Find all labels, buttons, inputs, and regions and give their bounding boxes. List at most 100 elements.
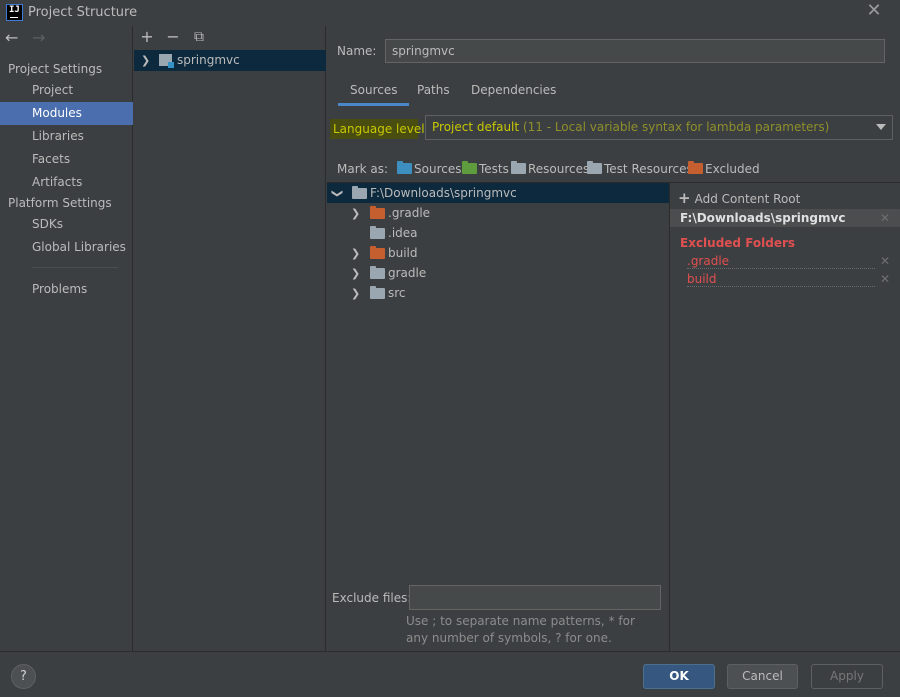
module-name-input[interactable] [385, 39, 885, 63]
tab-sources[interactable]: Sources [338, 78, 410, 106]
intellij-logo-icon: IJ [6, 4, 23, 21]
tree-item-label: .idea [388, 226, 418, 240]
chevron-right-icon[interactable]: ❯ [351, 248, 360, 259]
tree-item-label: build [388, 246, 418, 260]
exclude-files-input[interactable] [409, 585, 661, 610]
remove-content-root-icon[interactable]: ✕ [880, 212, 890, 224]
project-settings-header: Project Settings [8, 62, 103, 76]
excluded-folder-item: .gradle [687, 255, 875, 269]
test-resources-folder-icon [587, 161, 602, 174]
chevron-right-icon[interactable]: ❯ [141, 55, 150, 66]
nav-item-project[interactable]: Project [0, 79, 133, 102]
language-level-label: Language level: [333, 122, 429, 136]
mark-resources-button[interactable]: Resources [511, 161, 590, 176]
module-tabs: Sources Paths Dependencies [327, 78, 900, 106]
nav-history: ← → [0, 26, 133, 54]
tree-row-gradle-dir[interactable]: ❯ .gradle [327, 203, 669, 223]
sources-folder-icon [397, 161, 412, 174]
forward-arrow-icon[interactable]: → [32, 29, 45, 47]
exclude-files-label: Exclude files: [332, 591, 412, 605]
language-level-dropdown[interactable]: Project default (11 - Local variable syn… [425, 115, 893, 140]
title-bar: IJ Project Structure ✕ [0, 0, 900, 26]
module-item-springmvc[interactable]: ❯ springmvc [134, 50, 326, 71]
name-label: Name: [337, 44, 377, 58]
nav-divider [32, 267, 118, 268]
module-folder-icon [159, 54, 174, 68]
plus-icon: + [678, 189, 691, 207]
mark-as-label: Mark as: [337, 162, 389, 176]
dropdown-arrow-icon [876, 124, 886, 130]
excluded-folders-header: Excluded Folders [680, 236, 796, 250]
nav-item-facets[interactable]: Facets [0, 148, 133, 171]
mark-resources-label: Resources [528, 162, 590, 176]
close-icon[interactable]: ✕ [865, 2, 883, 20]
add-module-icon[interactable]: + [137, 27, 157, 47]
nav-item-global-libraries[interactable]: Global Libraries [0, 236, 133, 259]
folder-icon [370, 286, 385, 299]
apply-button[interactable]: Apply [811, 664, 883, 689]
content-roots-panel: + Add Content Root F:\Downloads\springmvc… [669, 182, 900, 651]
excluded-folder-icon [688, 161, 703, 174]
mark-tests-label: Tests [479, 162, 509, 176]
unexclude-icon[interactable]: ✕ [880, 273, 890, 285]
content-root-path: F:\Downloads\springmvc [680, 211, 846, 225]
ok-button[interactable]: OK [643, 664, 715, 689]
excluded-folder-icon [370, 246, 385, 259]
module-settings: Name: Sources Paths Dependencies Languag… [327, 26, 900, 651]
folder-icon [370, 226, 385, 239]
excluded-folder-icon [370, 206, 385, 219]
modules-toolbar: + − ⧉ [134, 26, 326, 50]
tree-row-build[interactable]: ❯ build [327, 243, 669, 263]
tab-dependencies[interactable]: Dependencies [459, 78, 568, 106]
nav-item-sdks[interactable]: SDKs [0, 213, 133, 236]
exclude-files-hint: Use ; to separate name patterns, * for a… [406, 614, 635, 645]
tests-folder-icon [462, 161, 477, 174]
language-level-value: Project default [432, 120, 520, 134]
tree-root-row[interactable]: ❯ F:\Downloads\springmvc [327, 183, 669, 203]
tree-row-gradle[interactable]: ❯ gradle [327, 263, 669, 283]
chevron-right-icon[interactable]: ❯ [351, 208, 360, 219]
cancel-button[interactable]: Cancel [727, 664, 798, 689]
mark-as-bar: Mark as: Sources Tests Resources Test Re… [337, 161, 897, 180]
language-level-detail: (11 - Local variable syntax for lambda p… [522, 120, 830, 134]
copy-module-icon[interactable]: ⧉ [189, 27, 209, 47]
tree-root-label: F:\Downloads\springmvc [370, 186, 517, 200]
chevron-right-icon[interactable]: ❯ [351, 268, 360, 279]
chevron-right-icon[interactable]: ❯ [351, 288, 360, 299]
module-name-label: springmvc [177, 53, 240, 67]
mark-test-resources-button[interactable]: Test Resources [587, 161, 693, 176]
tab-paths[interactable]: Paths [405, 78, 462, 106]
add-content-root-button[interactable]: + Add Content Root [678, 189, 800, 207]
nav-item-problems[interactable]: Problems [0, 278, 133, 301]
resources-folder-icon [511, 161, 526, 174]
source-tree: ❯ F:\Downloads\springmvc ❯ .gradle .idea… [327, 182, 669, 602]
add-content-root-label: Add Content Root [694, 192, 801, 206]
tree-row-idea[interactable]: .idea [327, 223, 669, 243]
unexclude-icon[interactable]: ✕ [880, 255, 890, 267]
modules-panel: + − ⧉ ❯ springmvc [134, 26, 326, 651]
remove-module-icon[interactable]: − [163, 27, 183, 47]
tree-item-label: gradle [388, 266, 427, 280]
tree-item-label: src [388, 286, 406, 300]
folder-icon [370, 266, 385, 279]
tree-item-label: .gradle [388, 206, 431, 220]
chevron-down-icon[interactable]: ❯ [331, 189, 344, 198]
window-title: Project Structure [28, 5, 138, 20]
nav-item-libraries[interactable]: Libraries [0, 125, 133, 148]
mark-excluded-label: Excluded [705, 162, 760, 176]
tree-row-src[interactable]: ❯ src [327, 283, 669, 303]
root-folder-icon [352, 186, 367, 199]
back-arrow-icon[interactable]: ← [5, 29, 18, 47]
mark-test-resources-label: Test Resources [604, 162, 693, 176]
mark-sources-button[interactable]: Sources [397, 161, 461, 176]
mark-excluded-button[interactable]: Excluded [688, 161, 760, 176]
nav-item-artifacts[interactable]: Artifacts [0, 171, 133, 194]
nav-item-modules[interactable]: Modules [0, 102, 133, 125]
mark-tests-button[interactable]: Tests [462, 161, 509, 176]
platform-settings-header: Platform Settings [8, 196, 112, 210]
help-button[interactable]: ? [11, 664, 36, 689]
excluded-folder-item: build [687, 273, 875, 287]
settings-nav: ← → Project Settings Project Modules Lib… [0, 26, 133, 651]
content-root-header: F:\Downloads\springmvc ✕ [670, 209, 900, 227]
dialog-footer: ? OK Cancel Apply [0, 651, 900, 697]
